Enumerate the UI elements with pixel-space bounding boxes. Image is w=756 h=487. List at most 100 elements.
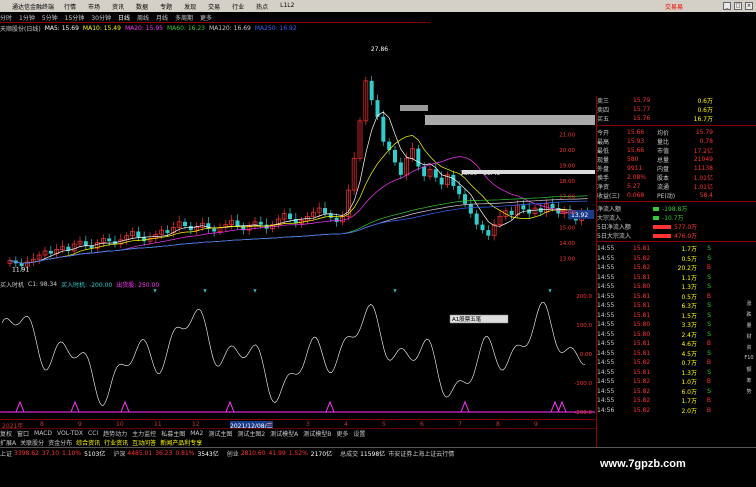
period-tab[interactable]: 更多: [200, 13, 212, 22]
indicator-tab[interactable]: 测试主图2: [237, 429, 265, 438]
order-book-label: 卖三: [597, 98, 610, 105]
menu-item[interactable]: 资讯: [112, 2, 124, 11]
menu-item[interactable]: 专题: [160, 2, 172, 11]
side-tool-button[interactable]: 涨: [742, 300, 756, 311]
date-label: 4: [344, 421, 348, 428]
close-icon[interactable]: ×: [745, 2, 753, 10]
indicator-tab[interactable]: MACD: [34, 430, 52, 437]
extension-tab[interactable]: 关联股分: [20, 438, 44, 447]
sell-signal-spike: [550, 400, 560, 413]
menu-item[interactable]: 数据: [136, 2, 148, 11]
period-tab[interactable]: 周线: [137, 13, 149, 22]
fund-flow-bar: [653, 206, 659, 211]
price-axis-label: 19.00: [559, 164, 575, 170]
order-book-price: 15.77: [633, 106, 651, 113]
candle-body: [480, 224, 485, 231]
indicator-tab[interactable]: MA2: [190, 430, 203, 437]
quote-stat-value: 17.2亿: [693, 148, 713, 155]
indicator-tab[interactable]: 私募主图: [161, 429, 185, 438]
period-tab[interactable]: 多周期: [175, 13, 193, 22]
extension-tab[interactable]: 资金分布: [48, 438, 72, 447]
indicator-tab[interactable]: 测试模型A: [270, 429, 298, 438]
tick-side: S: [707, 387, 711, 395]
price-axis-label: 15.00: [559, 226, 575, 232]
extension-tab[interactable]: 互动问答: [132, 438, 156, 447]
candle-body: [258, 221, 263, 225]
menu-item[interactable]: 热点: [256, 2, 268, 11]
maximize-icon[interactable]: □: [734, 2, 742, 10]
indicator-tab[interactable]: 更多: [336, 429, 348, 438]
menu-item[interactable]: 行情: [64, 2, 76, 11]
tick-volume: 6.0万: [681, 388, 697, 396]
ticker-pct: 1.10%: [62, 450, 82, 457]
candle-body: [416, 148, 421, 167]
indicator-tabs: 复权 窗口 MACD VOL-TDX CCI 趋势动力 主力监控 私募主图 MA2 测试主图 测试主…: [0, 428, 620, 438]
menu-item[interactable]: 市场: [88, 2, 100, 11]
indicator-tab[interactable]: 设置: [353, 429, 365, 438]
date-label: 9: [534, 421, 538, 428]
period-tab[interactable]: 月线: [156, 13, 168, 22]
side-tool-button[interactable]: F10: [742, 355, 756, 366]
extension-tab[interactable]: 新闻产品利专享: [160, 438, 202, 447]
tick-side: B: [706, 359, 711, 367]
menu-item[interactable]: 交易: [208, 2, 220, 11]
ma-label: MA120: 16.69: [209, 24, 251, 32]
extension-tab[interactable]: 扩展A: [0, 438, 16, 447]
tick-price: 15.82: [633, 397, 651, 405]
extension-tab[interactable]: 行业资讯: [104, 438, 128, 447]
trade-link[interactable]: 交易易: [665, 2, 683, 11]
side-tool-button[interactable]: 跌: [742, 311, 756, 322]
menu-item[interactable]: L1L2: [280, 2, 294, 11]
menu-item[interactable]: 行业: [232, 2, 244, 11]
date-label: 5: [382, 421, 386, 428]
tick-volume: 20.2万: [677, 265, 697, 273]
date-label: 10: [116, 421, 124, 428]
candle-body: [422, 166, 427, 177]
tick-row: 14:55 15.82 20.2万 B: [597, 263, 756, 273]
side-tool-button[interactable]: 量: [742, 322, 756, 333]
period-tab[interactable]: 15分钟: [65, 13, 85, 22]
tick-row: 14:55 15.81 1.5万 S: [597, 311, 756, 321]
indicator-tab[interactable]: 复权: [0, 429, 12, 438]
indicator-tab[interactable]: VOL-TDX: [57, 430, 83, 437]
period-tab[interactable]: 30分钟: [91, 13, 111, 22]
indicator-tab[interactable]: 主力监控: [132, 429, 156, 438]
side-tool-button[interactable]: 财: [742, 333, 756, 344]
indicator-axis-label: -100.0: [574, 381, 592, 387]
price-axis-label: 21.00: [559, 133, 575, 139]
candle-body: [136, 231, 141, 238]
side-tool-button[interactable]: 资: [742, 344, 756, 355]
indicator-tab[interactable]: 测试主图: [208, 429, 232, 438]
ticker-tail: 市安证券上海上证云行情: [388, 451, 455, 458]
quote-stat-value: 0.068: [627, 192, 645, 199]
indicator-tooltip-label: A1股票五笔: [452, 315, 482, 323]
tick-price: 15.80: [633, 321, 651, 329]
extension-tab[interactable]: 综合资讯: [76, 438, 100, 447]
period-tab[interactable]: 1分钟: [19, 13, 35, 22]
indicator-tab[interactable]: CCI: [88, 430, 98, 437]
menu-item[interactable]: 发现: [184, 2, 196, 11]
quote-stat-value: 15.79: [695, 129, 713, 136]
quote-stat-row: 最高 15.93 量比 0.78: [597, 137, 756, 146]
ticker-vol: 2170亿: [310, 451, 333, 458]
candle-body: [521, 205, 526, 210]
sell-signal-spike: [557, 400, 567, 413]
indicator-chart[interactable]: 300.0200.0100.00.00-100.0-200.0A1股票五笔: [0, 289, 595, 419]
ma-legend: 天顺股份(日线) MA5: 15.69 MA10: 15.49 MA20: 15.9…: [0, 23, 595, 33]
period-tab[interactable]: 分时: [0, 13, 12, 22]
side-tool-button[interactable]: 额: [742, 366, 756, 377]
period-tab[interactable]: 5分钟: [42, 13, 58, 22]
quote-stat-row: 收益(三) 0.068 PE(动) 58.4: [597, 191, 756, 200]
period-tab[interactable]: 日线: [118, 13, 130, 22]
quote-stat-row: 换手 2.08% 股本 1.01亿: [597, 173, 756, 182]
tick-time: 14:55: [597, 340, 615, 348]
minimize-icon[interactable]: _: [723, 2, 731, 10]
tick-volume: 2.0万: [681, 407, 697, 415]
indicator-tab[interactable]: 测试模型B: [303, 429, 331, 438]
kline-chart[interactable]: 27.8611.9118.60 - 18.4313.9222.0021.0020…: [0, 33, 595, 278]
side-tool-button[interactable]: 筹: [742, 377, 756, 388]
side-tool-button[interactable]: 势: [742, 388, 756, 399]
indicator-tab[interactable]: 窗口: [17, 429, 29, 438]
quote-stat-label: PE(动): [657, 193, 676, 200]
indicator-tab[interactable]: 趋势动力: [103, 429, 127, 438]
